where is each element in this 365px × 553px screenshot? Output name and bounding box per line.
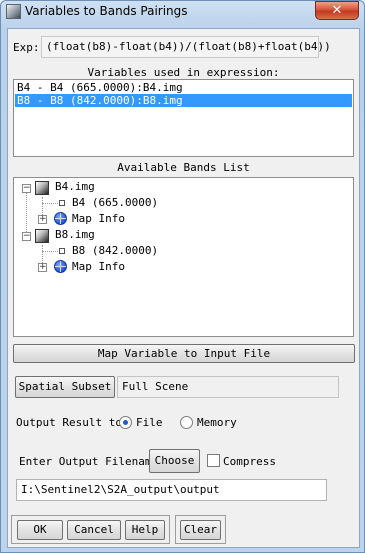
title-bar[interactable]: Variables to Bands Pairings ✕ [1, 1, 364, 23]
expand-icon[interactable]: + [38, 215, 47, 224]
compress-checkbox[interactable] [207, 454, 220, 467]
help-button[interactable]: Help [125, 520, 165, 540]
tree-file-b4[interactable]: B4.img [55, 179, 95, 195]
image-file-icon [35, 229, 49, 243]
tree-file-b8[interactable]: B8.img [55, 227, 95, 243]
output-file-radio[interactable] [119, 416, 132, 429]
choose-button[interactable]: Choose [149, 449, 200, 473]
output-panel: Spatial Subset Full Scene Output Result … [13, 369, 355, 534]
output-result-label: Output Result to [16, 416, 122, 429]
band-icon [59, 200, 65, 206]
action-group: OK Cancel Help [11, 515, 170, 544]
clear-group: Clear [175, 515, 226, 544]
clear-button[interactable]: Clear [180, 520, 221, 540]
tree-mapinfo-b4[interactable]: Map Info [72, 211, 125, 227]
output-filename-input[interactable]: I:\Sentinel2\S2A_output\output [16, 479, 327, 501]
app-icon [6, 4, 21, 19]
dialog-window: Variables to Bands Pairings ✕ Exp: (floa… [0, 0, 365, 553]
output-memory-label[interactable]: Memory [197, 416, 237, 429]
collapse-icon[interactable]: − [22, 232, 31, 241]
output-memory-radio[interactable] [180, 416, 193, 429]
bands-header: Available Bands List [117, 161, 250, 174]
image-file-icon [35, 181, 49, 195]
cancel-button[interactable]: Cancel [67, 520, 121, 540]
compress-label[interactable]: Compress [223, 455, 276, 468]
map-variable-button[interactable]: Map Variable to Input File [13, 344, 355, 363]
globe-icon [54, 260, 67, 273]
tree-band-b8[interactable]: B8 (842.0000) [72, 243, 158, 259]
variable-item-b4[interactable]: B4 - B4 (665.0000):B4.img [15, 81, 352, 94]
collapse-icon[interactable]: − [22, 184, 31, 193]
expression-field[interactable]: (float(b8)-float(b4))/(float(b8)+float(b… [41, 36, 331, 58]
variable-item-b8[interactable]: B8 - B8 (842.0000):B8.img [15, 94, 352, 107]
output-file-label[interactable]: File [136, 416, 163, 429]
close-button[interactable]: ✕ [315, 1, 359, 20]
dialog-client: Exp: (float(b8)-float(b4))/(float(b8)+fl… [7, 28, 360, 548]
window-title: Variables to Bands Pairings [25, 4, 188, 18]
ok-button[interactable]: OK [17, 520, 63, 540]
variables-header: Variables used in expression: [87, 66, 280, 79]
variables-list[interactable]: B4 - B4 (665.0000):B4.img B8 - B8 (842.0… [13, 79, 354, 157]
subset-value: Full Scene [117, 376, 339, 398]
band-icon [59, 248, 65, 254]
expression-label: Exp: [13, 41, 40, 54]
tree-band-b4[interactable]: B4 (665.0000) [72, 195, 158, 211]
expand-icon[interactable]: + [38, 263, 47, 272]
bands-tree[interactable]: − B4.img B4 (665.0000) + Map Info − B8.i… [13, 177, 354, 337]
output-filename-label: Enter Output Filename [19, 455, 159, 468]
tree-mapinfo-b8[interactable]: Map Info [72, 259, 125, 275]
globe-icon [54, 212, 67, 225]
spatial-subset-button[interactable]: Spatial Subset [15, 376, 115, 398]
